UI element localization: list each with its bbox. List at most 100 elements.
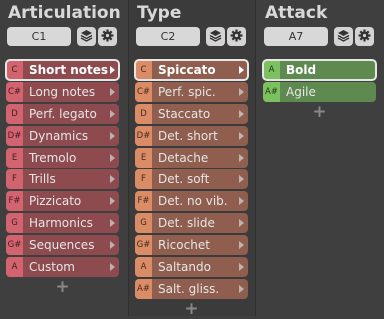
- item-label: Bold: [286, 63, 317, 77]
- item-label: Ricochet: [158, 238, 210, 253]
- type-list: C Spiccato C# Perf. spic. D Staccato D# Det.…: [134, 59, 249, 317]
- item-label: Det. no vib.: [158, 194, 228, 209]
- item-key: D#: [135, 125, 152, 146]
- item-label: Harmonics: [29, 216, 93, 231]
- item-key: F#: [6, 191, 23, 212]
- item-label: Detache: [158, 150, 209, 165]
- column-title: Type: [137, 3, 182, 23]
- list-item[interactable]: A Bold: [262, 59, 377, 81]
- list-item[interactable]: F Trills: [6, 169, 119, 190]
- arrow-right-icon: [239, 263, 244, 272]
- arrow-right-icon: [110, 87, 115, 96]
- arrow-right-icon: [239, 131, 244, 140]
- item-label: Salt. gliss.: [158, 281, 220, 296]
- keyswitch-field[interactable]: A7: [264, 27, 328, 46]
- layers-button[interactable]: [77, 27, 96, 46]
- list-item[interactable]: C# Long notes: [6, 81, 119, 102]
- item-label: Short notes: [29, 63, 109, 77]
- arrow-right-icon: [110, 175, 115, 184]
- list-item[interactable]: D Staccato: [135, 103, 248, 124]
- attack-list: A Bold A# Agile +: [262, 59, 377, 120]
- list-item[interactable]: G Harmonics: [6, 213, 119, 234]
- list-item[interactable]: F Det. soft: [135, 169, 248, 190]
- item-label: Det. soft: [158, 172, 210, 187]
- list-item[interactable]: E Tremolo: [6, 147, 119, 168]
- item-label: Sequences: [29, 238, 95, 253]
- list-item[interactable]: C Short notes: [5, 59, 120, 81]
- item-key: A: [135, 257, 152, 278]
- arrow-right-icon: [239, 66, 244, 74]
- item-label: Saltando: [158, 260, 211, 275]
- item-key: A#: [263, 81, 280, 102]
- list-item[interactable]: G Det. slide: [135, 213, 248, 234]
- list-item[interactable]: E Detache: [135, 147, 248, 168]
- arrow-right-icon: [110, 219, 115, 228]
- arrow-right-icon: [239, 241, 244, 250]
- item-key: C#: [135, 81, 152, 102]
- item-key: E: [6, 147, 23, 168]
- item-label: Tremolo: [29, 150, 77, 165]
- list-item[interactable]: A# Salt. gliss.: [135, 278, 248, 299]
- arrow-right-icon: [110, 241, 115, 250]
- item-key: D: [6, 103, 23, 124]
- keyswitch-field[interactable]: C1: [7, 27, 71, 46]
- list-item[interactable]: D# Det. short: [135, 125, 248, 146]
- item-label: Det. short: [158, 128, 218, 143]
- item-label: Long notes: [29, 84, 96, 99]
- layers-icon: [337, 27, 350, 46]
- item-key: A#: [135, 278, 152, 299]
- list-item[interactable]: A Saltando: [135, 257, 248, 278]
- settings-button[interactable]: [227, 27, 246, 46]
- articulation-list: C Short notes C# Long notes D Perf. legato …: [5, 59, 120, 296]
- settings-button[interactable]: [98, 27, 117, 46]
- list-item[interactable]: C# Perf. spic.: [135, 81, 248, 102]
- item-label: Custom: [29, 260, 75, 275]
- add-type-button[interactable]: +: [135, 300, 248, 317]
- layers-icon: [209, 27, 222, 46]
- layers-button[interactable]: [206, 27, 225, 46]
- item-key: G: [135, 213, 152, 234]
- layers-button[interactable]: [334, 27, 353, 46]
- arrow-right-icon: [239, 219, 244, 228]
- list-item[interactable]: D# Dynamics: [6, 125, 119, 146]
- arrow-right-icon: [110, 131, 115, 140]
- arrow-right-icon: [110, 153, 115, 162]
- arrow-right-icon: [110, 66, 115, 74]
- item-key: A: [6, 257, 23, 278]
- column-title: Attack: [265, 3, 328, 23]
- keyswitch-field[interactable]: C2: [136, 27, 200, 46]
- column-title: Articulation: [8, 3, 121, 23]
- arrow-right-icon: [110, 197, 115, 206]
- list-item[interactable]: A# Agile: [263, 81, 376, 102]
- item-label: Staccato: [158, 106, 211, 121]
- add-attack-button[interactable]: +: [263, 103, 376, 120]
- item-key: C#: [6, 81, 23, 102]
- attack-column: Attack A7 A Bold A# Agile +: [257, 0, 384, 316]
- arrow-right-icon: [239, 197, 244, 206]
- item-key: F: [135, 169, 152, 190]
- list-item[interactable]: F# Pizzicato: [6, 191, 119, 212]
- arrow-right-icon: [239, 284, 244, 293]
- item-key: D: [135, 103, 152, 124]
- arrow-right-icon: [239, 175, 244, 184]
- list-item[interactable]: G# Sequences: [6, 235, 119, 256]
- list-item[interactable]: A Custom: [6, 257, 119, 278]
- list-item[interactable]: D Perf. legato: [6, 103, 119, 124]
- list-item[interactable]: C Spiccato: [134, 59, 249, 81]
- list-item[interactable]: G# Ricochet: [135, 235, 248, 256]
- gear-icon: [358, 27, 371, 46]
- item-key: G#: [6, 235, 23, 256]
- settings-button[interactable]: [355, 27, 374, 46]
- add-articulation-button[interactable]: +: [6, 279, 119, 296]
- list-item[interactable]: F# Det. no vib.: [135, 191, 248, 212]
- item-key: A: [263, 60, 280, 80]
- arrow-right-icon: [239, 109, 244, 118]
- articulation-column: Articulation C1 C Short notes C# Long note…: [0, 0, 127, 316]
- item-label: Agile: [286, 84, 316, 99]
- item-label: Trills: [29, 172, 56, 187]
- item-label: Perf. legato: [29, 106, 97, 121]
- item-label: Perf. spic.: [158, 84, 216, 99]
- item-key: F#: [135, 191, 152, 212]
- item-key: D#: [6, 125, 23, 146]
- item-key: G#: [135, 235, 152, 256]
